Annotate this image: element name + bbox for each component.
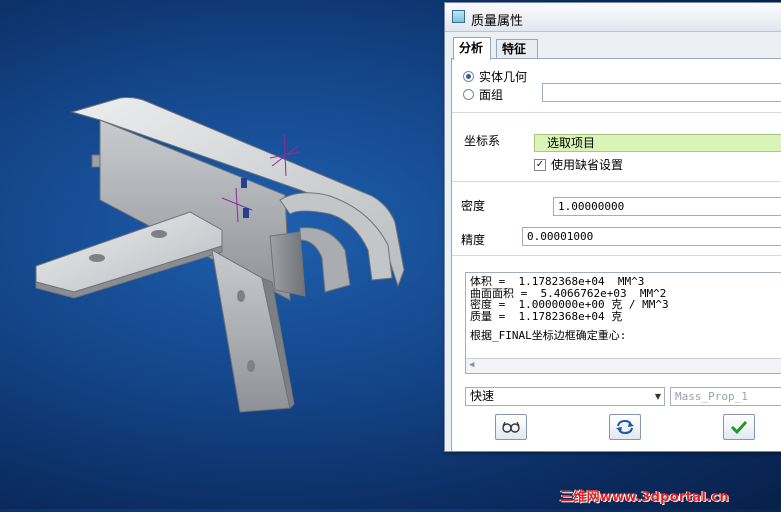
quilt-label: 面组: [479, 88, 504, 102]
quilt-option[interactable]: 面组: [463, 86, 503, 103]
window-icon: [452, 10, 465, 23]
compute-method-value: 快速: [470, 389, 495, 403]
analysis-name-field[interactable]: Mass_Prop_1: [670, 387, 781, 406]
preview-button[interactable]: [495, 414, 527, 440]
check-icon: [730, 420, 748, 435]
dialog-title: 质量属性: [471, 14, 524, 29]
dialog-titlebar[interactable]: 质量属性: [445, 3, 781, 32]
result-density: 密度 = 1.0000000e+00 克 / MM^3: [470, 298, 669, 311]
use-default-option[interactable]: ✓ 使用缺省设置: [534, 156, 623, 173]
divider: [452, 255, 781, 256]
chevron-down-icon[interactable]: ▼: [655, 388, 661, 405]
tab-feature[interactable]: 特征: [496, 39, 538, 58]
solid-geometry-label: 实体几何: [479, 70, 528, 84]
horizontal-scrollbar[interactable]: ◀: [466, 358, 781, 373]
accuracy-label: 精度: [461, 233, 486, 247]
ok-button[interactable]: [723, 414, 755, 440]
coordinate-system-selector[interactable]: 选取项目: [534, 134, 781, 152]
use-default-checkbox[interactable]: ✓: [534, 158, 546, 171]
divider: [452, 181, 781, 182]
repeat-arrows-icon: [616, 419, 634, 435]
result-center-note: 根据_FINAL坐标边框确定重心:: [470, 329, 627, 342]
quilt-radio[interactable]: [463, 89, 474, 100]
quilt-selector[interactable]: [542, 83, 781, 102]
solid-geometry-radio[interactable]: [463, 71, 474, 82]
tab-analysis[interactable]: 分析: [453, 37, 491, 60]
result-mass: 质量 = 1.1782368e+04 克: [470, 309, 623, 323]
use-default-label: 使用缺省设置: [551, 158, 624, 172]
watermark-text: 三维网www.3dportal.cn: [560, 490, 729, 505]
density-field[interactable]: 1.00000000: [553, 197, 781, 216]
accuracy-field[interactable]: 0.00001000: [522, 227, 781, 246]
scroll-left-icon[interactable]: ◀: [469, 360, 474, 372]
compute-method-select[interactable]: 快速 ▼: [465, 387, 665, 406]
divider: [452, 112, 781, 113]
repeat-button[interactable]: [609, 414, 641, 440]
density-label: 密度: [461, 199, 486, 213]
glasses-icon: [502, 421, 520, 433]
result-volume: 体积 = 1.1782368e+04 MM^3: [470, 275, 645, 288]
solid-geometry-option[interactable]: 实体几何: [463, 68, 527, 85]
analysis-panel: 实体几何 面组 坐标系 选取项目 ✓ 使用缺省设置 密度 1.00000000 …: [451, 58, 781, 451]
coordinate-system-label: 坐标系: [464, 134, 501, 148]
results-area[interactable]: 体积 = 1.1782368e+04 MM^3 曲面面积 = 5.4066762…: [465, 272, 781, 374]
mass-properties-dialog: 质量属性 分析 特征 实体几何 面组 坐标系 选取项目 ✓ 使用缺省设置 密度 …: [444, 2, 781, 452]
